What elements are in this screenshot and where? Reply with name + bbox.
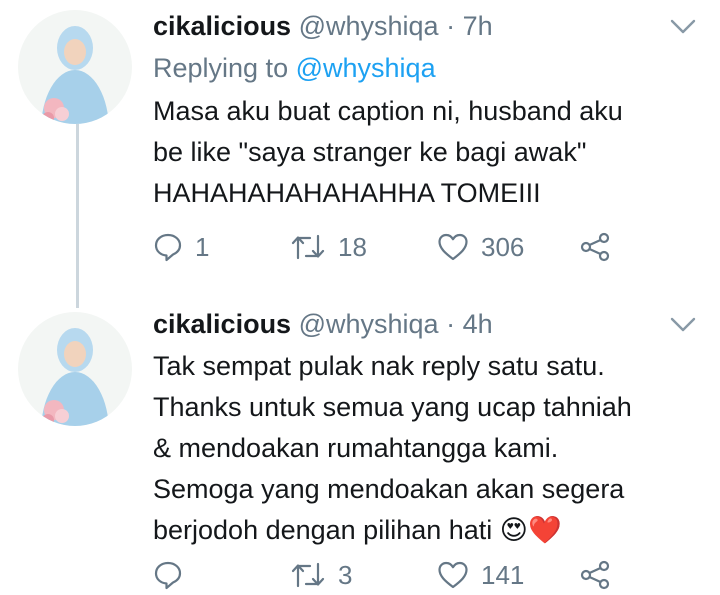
avatar[interactable]	[18, 312, 132, 426]
like-button[interactable]: 306	[437, 229, 524, 265]
retweet-button[interactable]: 18	[290, 229, 367, 265]
like-count: 306	[481, 231, 525, 262]
like-count: 141	[481, 559, 525, 590]
retweet-button[interactable]: 3	[290, 557, 352, 593]
tweet-text-line-last: berjodoh dengan pilihan hati 😍❤️	[153, 510, 700, 551]
tweet-2[interactable]: cikalicious @whyshiqa · 4h Tak sempat pu…	[0, 292, 720, 595]
red-heart-emoji: ❤️	[527, 515, 562, 545]
reply-icon	[154, 233, 182, 262]
reply-button[interactable]	[153, 557, 195, 593]
reply-button[interactable]: 1	[153, 229, 209, 265]
tweet-text: Tak sempat pulak nak reply satu satu. Th…	[153, 346, 700, 551]
tweet-text-line: Thanks untuk semua yang ucap tahniah	[153, 392, 632, 422]
share-icon	[580, 232, 610, 262]
handle[interactable]: @whyshiqa	[299, 309, 439, 339]
separator-dot: ·	[446, 309, 456, 339]
tweet-text-line: berjodoh dengan pilihan hati	[153, 515, 493, 545]
display-name[interactable]: cikalicious	[153, 11, 291, 41]
smiling-face-with-heart-eyes-emoji: 😍	[499, 515, 528, 545]
tweet-text-line: be like "saya stranger ke bagi awak"	[153, 137, 587, 167]
avatar[interactable]	[18, 10, 132, 124]
retweet-count: 18	[338, 231, 367, 262]
chevron-down-icon[interactable]	[670, 18, 696, 36]
tweet-actions: 3 141	[153, 557, 693, 593]
handle[interactable]: @whyshiqa	[299, 11, 439, 41]
retweet-icon	[291, 562, 325, 588]
retweet-count: 3	[338, 559, 353, 590]
tweet-header: cikalicious @whyshiqa · 4h	[153, 308, 493, 340]
tweet-actions: 1 18 306	[153, 229, 693, 265]
tweet-text-line: Tak sempat pulak nak reply satu satu.	[153, 351, 605, 381]
replying-to: Replying to @whyshiqa	[153, 52, 436, 84]
separator-dot: ·	[446, 11, 456, 41]
timestamp[interactable]: 4h	[463, 309, 493, 339]
share-button[interactable]	[579, 557, 611, 593]
reply-icon	[154, 561, 182, 590]
tweet-text-line: Semoga yang mendoakan akan segera	[153, 474, 625, 504]
tweet-header: cikalicious @whyshiqa · 7h	[153, 10, 493, 42]
tweet-text: Masa aku buat caption ni, husband aku be…	[153, 91, 700, 214]
share-button[interactable]	[579, 229, 611, 265]
share-icon	[580, 560, 610, 590]
display-name[interactable]: cikalicious	[153, 309, 291, 339]
tweet-text-line: HAHAHAHAHAHAHHA TOMEIII	[153, 178, 541, 208]
tweet-1[interactable]: cikalicious @whyshiqa · 7h Replying to @…	[0, 0, 720, 292]
chevron-down-icon[interactable]	[670, 316, 696, 334]
timestamp[interactable]: 7h	[463, 11, 493, 41]
reply-count: 1	[195, 231, 210, 262]
retweet-icon	[291, 234, 325, 260]
replying-to-label: Replying to	[153, 53, 289, 83]
tweet-text-line: Masa aku buat caption ni, husband aku	[153, 96, 623, 126]
tweet-text-line: & mendoakan rumahtangga kami.	[153, 433, 559, 463]
heart-icon	[438, 233, 468, 261]
heart-icon	[438, 561, 468, 589]
like-button[interactable]: 141	[437, 557, 524, 593]
replying-to-mention[interactable]: @whyshiqa	[296, 53, 436, 83]
